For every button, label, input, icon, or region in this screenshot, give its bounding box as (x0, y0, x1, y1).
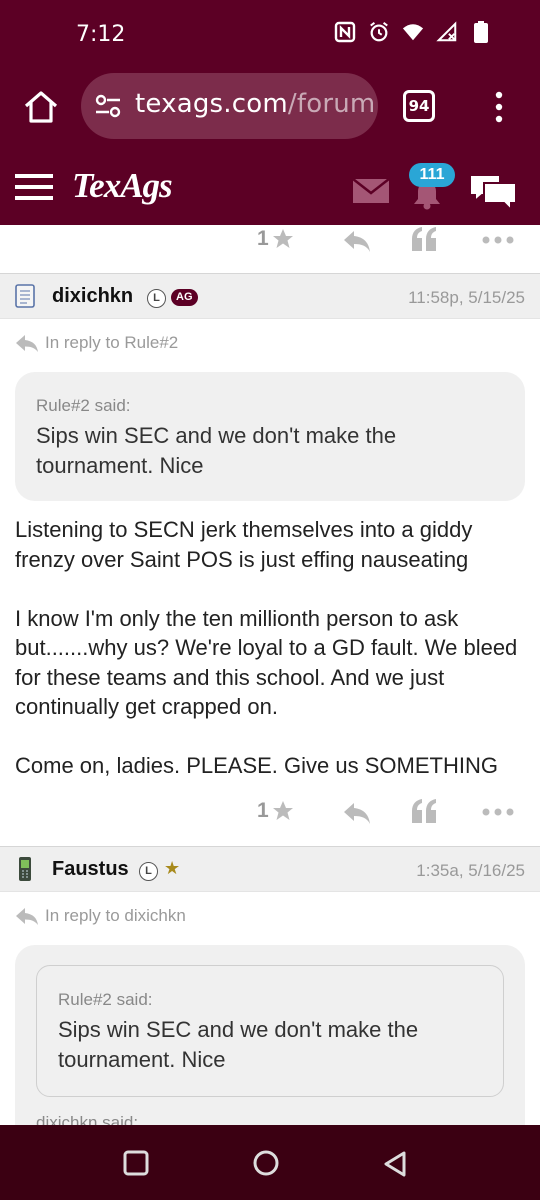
reply-arrow-icon (16, 335, 38, 352)
rating[interactable]: 1 (257, 799, 295, 823)
reply-to-link[interactable]: In reply to Rule#2 (15, 333, 178, 353)
thread-content: 1 dixichkn L AG 11:58p, 5/15/25 In reply… (0, 225, 540, 1125)
quote-author[interactable]: Rule#2 said: (36, 396, 506, 416)
reply-to-text: In reply to Rule#2 (45, 333, 179, 352)
browser-toolbar: texags.com/forum 94 (0, 72, 540, 146)
more-options-icon[interactable] (482, 807, 514, 817)
alarm-icon (370, 22, 388, 42)
rating[interactable]: 1 (257, 227, 295, 251)
premium-star-icon: ★ (164, 858, 181, 878)
reply-arrow-icon (16, 908, 38, 925)
signal-icon (436, 21, 457, 42)
quote-text: Sips win SEC and we don't make the tourn… (58, 1017, 419, 1072)
back-icon[interactable] (380, 1149, 410, 1179)
nested-quote-block: Rule#2 said: Sips win SEC and we don't m… (36, 965, 504, 1097)
site-header: TexAgs 111 (0, 150, 540, 225)
nfc-icon (334, 21, 356, 43)
top-chrome: 7:12 texags.com/forum 94 TexAgs 111 (0, 0, 540, 225)
post-username[interactable]: dixichkn (52, 285, 133, 308)
post-body: Listening to SECN jerk themselves into a… (15, 515, 525, 781)
ag-badge: AG (171, 289, 198, 306)
wifi-icon (402, 24, 424, 41)
quote-icon[interactable] (410, 225, 438, 253)
reply-to-link[interactable]: In reply to dixichkn (15, 906, 186, 926)
status-bar: 7:12 (0, 0, 540, 72)
tab-switcher-button[interactable]: 94 (403, 90, 435, 122)
notification-count-badge[interactable]: 111 (409, 163, 455, 187)
post-paragraph: Come on, ladies. PLEASE. Give us SOMETHI… (15, 753, 498, 778)
system-navigation-bar (0, 1125, 540, 1200)
status-time: 7:12 (76, 22, 126, 47)
rating-count: 1 (257, 799, 269, 822)
rating-count: 1 (257, 227, 269, 250)
url-path: /forum (287, 89, 376, 119)
post-timestamp[interactable]: 11:58p, 5/15/25 (408, 288, 525, 308)
site-logo[interactable]: TexAgs (72, 166, 173, 206)
reply-icon[interactable] (342, 229, 372, 253)
quote-block: Rule#2 said: Sips win SEC and we don't m… (15, 945, 525, 1125)
reply-to-text: In reply to dixichkn (45, 906, 186, 925)
recent-apps-icon[interactable] (122, 1149, 150, 1177)
star-icon[interactable] (271, 227, 295, 251)
post-header: dixichkn L AG 11:58p, 5/15/25 (0, 273, 540, 319)
more-menu-icon[interactable] (488, 90, 510, 124)
chat-icon[interactable] (468, 171, 518, 211)
quote-block: Rule#2 said: Sips win SEC and we don't m… (15, 372, 525, 501)
quote-icon[interactable] (410, 797, 438, 825)
url-text: texags.com/forum (135, 89, 375, 119)
site-settings-icon[interactable] (94, 93, 122, 119)
lifetime-badge: L (147, 289, 166, 308)
quote-author[interactable]: Rule#2 said: (58, 990, 488, 1010)
home-icon[interactable] (22, 88, 60, 126)
more-options-icon[interactable] (482, 235, 514, 245)
post-timestamp[interactable]: 1:35a, 5/16/25 (416, 861, 525, 881)
notepad-avatar-icon[interactable] (14, 283, 36, 309)
post-paragraph: Listening to SECN jerk themselves into a… (15, 517, 473, 572)
mail-icon[interactable] (352, 178, 390, 204)
post-header: Faustus L ★ 1:35a, 5/16/25 (0, 846, 540, 892)
hamburger-menu-icon[interactable] (15, 172, 53, 202)
post-username[interactable]: Faustus (52, 858, 129, 881)
url-domain: texags.com (135, 89, 288, 119)
reply-icon[interactable] (342, 801, 372, 825)
cellphone-avatar-icon[interactable] (14, 856, 36, 882)
quote-text: Sips win SEC and we don't make the tourn… (36, 423, 397, 478)
post-actions: 1 (0, 793, 540, 833)
lifetime-badge: L (139, 862, 158, 881)
quote-author[interactable]: dixichkn said: (36, 1113, 138, 1125)
battery-icon (474, 21, 488, 43)
status-icons (334, 20, 492, 44)
star-icon[interactable] (271, 799, 295, 823)
home-nav-icon[interactable] (252, 1149, 280, 1177)
post-actions-previous: 1 (0, 225, 540, 261)
address-bar[interactable]: texags.com/forum (81, 73, 378, 139)
post-paragraph: I know I'm only the ten millionth person… (15, 605, 518, 720)
